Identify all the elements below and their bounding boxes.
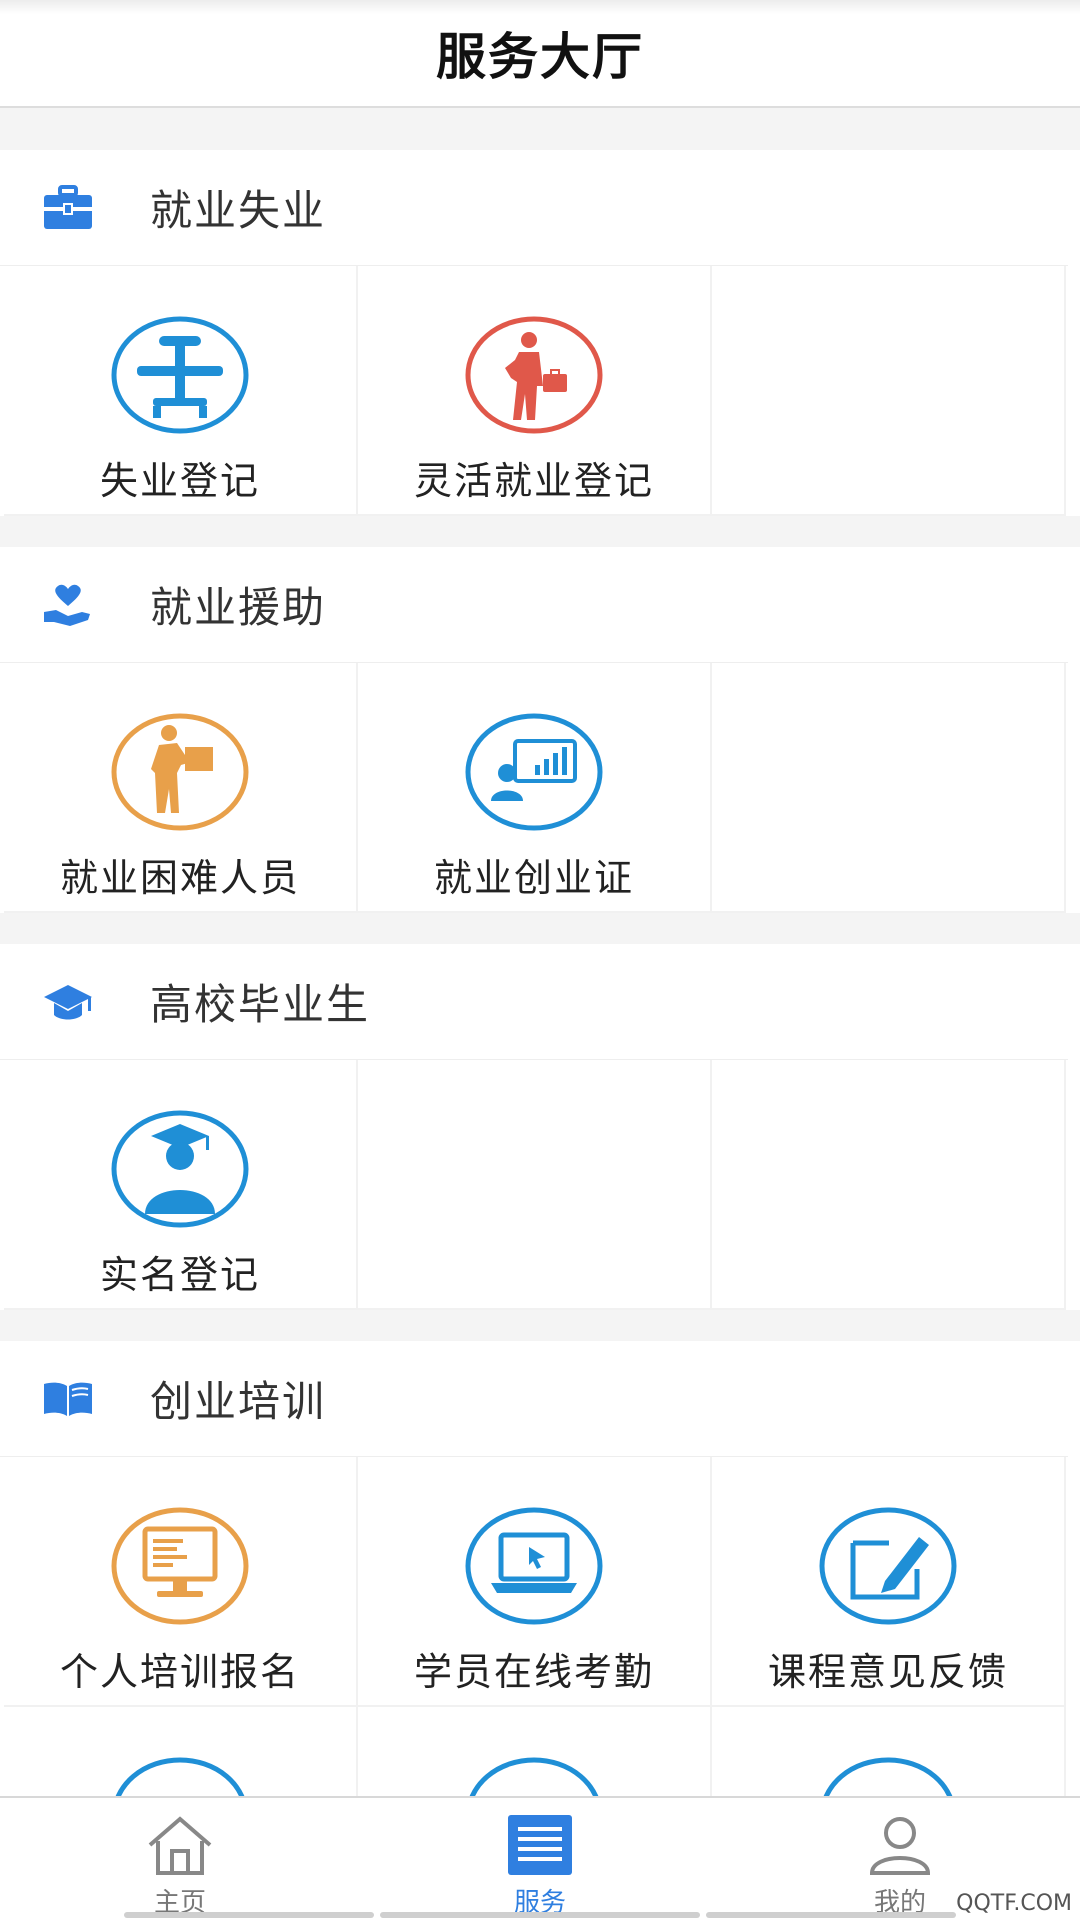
empty-cell	[712, 266, 1066, 516]
home-icon	[142, 1810, 218, 1880]
empty-cell	[712, 663, 1066, 913]
heart-hand-icon	[38, 575, 98, 635]
service-course-feedback[interactable]: 课程意见反馈	[712, 1457, 1066, 1707]
service-flexible-employment-registration[interactable]: 灵活就业登记	[358, 266, 712, 516]
service-employment-difficulty-person[interactable]: 就业困难人员	[4, 663, 358, 913]
section-header: 高校毕业生	[0, 944, 1068, 1060]
partial-icon	[465, 1757, 603, 1796]
service-label: 灵活就业登记	[413, 459, 654, 503]
section-title: 高校毕业生	[150, 980, 371, 1029]
user-profile-icon	[862, 1810, 938, 1880]
section-title: 创业培训	[150, 1377, 327, 1426]
section-header: 就业援助	[0, 547, 1068, 663]
service-label: 个人培训报名	[59, 1650, 300, 1694]
app-root: 服务大厅 就业失业 失业登记 灵活就业登记 就业援助 就业困难人员 就业创业证 …	[0, 0, 1080, 1920]
office-chair-icon	[111, 316, 249, 434]
businessman-briefcase-icon	[465, 316, 603, 434]
list-document-icon	[502, 1810, 578, 1880]
computer-monitor-icon	[111, 1507, 249, 1625]
service-label: 就业创业证	[433, 856, 634, 900]
service-unemployment-registration[interactable]: 失业登记	[4, 266, 358, 516]
service-label: 失业登记	[99, 459, 260, 503]
section-grid: 个人培训报名 学员在线考勤 课程意见反馈	[0, 1457, 1080, 1796]
presentation-chart-icon	[465, 713, 603, 831]
service-label: 实名登记	[99, 1253, 260, 1297]
section-grid: 就业困难人员 就业创业证	[0, 663, 1080, 913]
service-label: 学员在线考勤	[413, 1650, 654, 1694]
section-title: 就业援助	[150, 583, 327, 632]
section-employment-unemployment: 就业失业 失业登记 灵活就业登记	[0, 150, 1080, 516]
bottom-tab-bar: 主页 服务 我的	[0, 1796, 1080, 1920]
partial-icon	[819, 1757, 957, 1796]
service-item-partial[interactable]	[712, 1707, 1066, 1796]
section-header: 创业培训	[0, 1341, 1068, 1457]
graduation-cap-icon	[38, 972, 98, 1032]
empty-cell	[358, 1060, 712, 1310]
person-carrying-box-icon	[111, 713, 249, 831]
watermark: QQTF.COM	[956, 1891, 1072, 1916]
top-header: 服务大厅	[0, 0, 1080, 108]
service-personal-training-signup[interactable]: 个人培训报名	[4, 1457, 358, 1707]
tab-home[interactable]: 主页	[0, 1798, 360, 1920]
service-item-partial[interactable]	[358, 1707, 712, 1796]
service-employment-entrepreneurship-certificate[interactable]: 就业创业证	[358, 663, 712, 913]
section-header: 就业失业	[0, 150, 1068, 266]
laptop-cursor-icon	[465, 1507, 603, 1625]
section-entrepreneurship-training: 创业培训 个人培训报名 学员在线考勤 课程意见反馈	[0, 1341, 1080, 1796]
service-list[interactable]: 就业失业 失业登记 灵活就业登记 就业援助 就业困难人员 就业创业证 高校毕业生…	[0, 110, 1080, 1796]
service-student-online-attendance[interactable]: 学员在线考勤	[358, 1457, 712, 1707]
section-college-graduates: 高校毕业生 实名登记	[0, 944, 1080, 1310]
section-employment-assistance: 就业援助 就业困难人员 就业创业证	[0, 547, 1080, 913]
section-grid: 失业登记 灵活就业登记	[0, 266, 1080, 516]
bottom-indicator-bars	[0, 1912, 1080, 1920]
section-title: 就业失业	[150, 186, 327, 235]
open-book-icon	[38, 1369, 98, 1429]
graduate-student-icon	[111, 1110, 249, 1228]
service-real-name-registration[interactable]: 实名登记	[4, 1060, 358, 1310]
tab-service[interactable]: 服务	[360, 1798, 720, 1920]
service-label: 课程意见反馈	[767, 1650, 1008, 1694]
edit-pen-icon	[819, 1507, 957, 1625]
service-item-partial[interactable]	[4, 1707, 358, 1796]
page-title: 服务大厅	[436, 28, 644, 86]
section-grid: 实名登记	[0, 1060, 1080, 1310]
empty-cell	[712, 1060, 1066, 1310]
service-label: 就业困难人员	[59, 856, 300, 900]
briefcase-icon	[38, 178, 98, 238]
partial-icon	[111, 1757, 249, 1796]
